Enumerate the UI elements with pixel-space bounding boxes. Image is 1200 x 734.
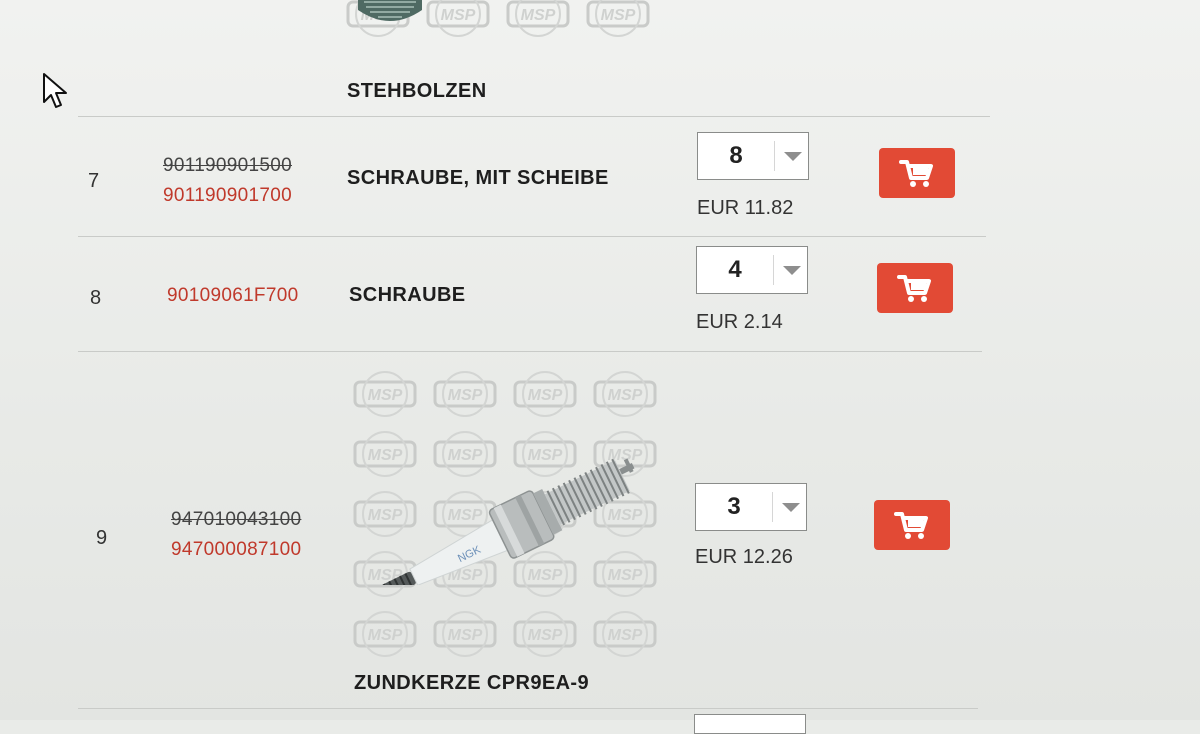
position-number: 8 [90, 287, 102, 309]
price: EUR 12.26 [695, 546, 793, 568]
old-part-number: 947010043100 [171, 509, 302, 530]
msp-watermark-icon: MSP [506, 0, 570, 37]
msp-watermark-icon: MSP [593, 371, 657, 417]
quantity-value: 3 [727, 493, 741, 520]
msp-watermark-icon: MSP [353, 371, 417, 417]
quantity-select[interactable]: 4 [696, 246, 808, 294]
part-name: SCHRAUBE, MIT SCHEIBE [347, 167, 609, 189]
row-divider [78, 116, 990, 117]
row-divider [78, 236, 986, 237]
msp-watermark-icon: MSP [586, 0, 650, 37]
quantity-value: 8 [729, 142, 743, 169]
chevron-down-icon[interactable] [783, 266, 801, 275]
select-separator [772, 492, 773, 522]
quantity-select[interactable]: 3 [695, 483, 807, 531]
price: EUR 11.82 [697, 197, 794, 219]
cart-icon [897, 275, 931, 302]
add-to-cart-button[interactable] [879, 148, 955, 198]
select-separator [773, 255, 774, 285]
quantity-select[interactable]: 8 [697, 132, 809, 180]
part-name: ZUNDKERZE CPR9EA-9 [354, 672, 590, 694]
msp-watermark-icon: MSP [433, 371, 497, 417]
part-number-link[interactable]: 90109061F700 [167, 285, 298, 307]
parts-list-page: MSP MSP MSP MSP STEHBOLZEN 7 90119090150… [0, 0, 1200, 734]
svg-text:MSP: MSP [448, 627, 483, 644]
msp-watermark-icon: MSP [433, 611, 497, 657]
quantity-select[interactable] [694, 714, 806, 734]
svg-text:MSP: MSP [441, 7, 476, 24]
spark-plug-image: NGK [381, 458, 635, 585]
svg-text:MSP: MSP [368, 387, 403, 404]
mouse-pointer-icon [43, 73, 67, 108]
cart-icon [894, 512, 928, 539]
row-divider [78, 708, 978, 709]
msp-watermark-icon: MSP [513, 611, 577, 657]
old-part-number: 901190901500 [163, 155, 292, 176]
part-number-link[interactable]: 947000087100 [171, 539, 301, 561]
svg-text:MSP: MSP [608, 627, 643, 644]
add-to-cart-button[interactable] [874, 500, 950, 550]
msp-watermark-icon: MSP [513, 371, 577, 417]
position-number: 9 [96, 527, 108, 549]
msp-watermark-icon: MSP [426, 0, 490, 37]
cart-icon [899, 160, 933, 187]
svg-text:MSP: MSP [528, 627, 563, 644]
svg-text:MSP: MSP [528, 387, 563, 404]
svg-text:MSP: MSP [601, 7, 636, 24]
svg-text:MSP: MSP [608, 387, 643, 404]
stehbolzen-image [358, 0, 422, 21]
chevron-down-icon[interactable] [782, 503, 800, 512]
part-name: SCHRAUBE [349, 284, 466, 306]
svg-text:MSP: MSP [521, 7, 556, 24]
add-to-cart-button[interactable] [877, 263, 953, 313]
row-divider [78, 351, 982, 352]
quantity-value: 4 [728, 256, 742, 283]
part-number-link[interactable]: 901190901700 [163, 185, 292, 207]
select-separator [774, 141, 775, 171]
svg-text:MSP: MSP [368, 627, 403, 644]
msp-watermark-icon: MSP [353, 611, 417, 657]
price: EUR 2.14 [696, 311, 783, 333]
msp-watermark-icon: MSP [593, 611, 657, 657]
chevron-down-icon[interactable] [784, 152, 802, 161]
part-name: STEHBOLZEN [347, 80, 487, 102]
position-number: 7 [88, 170, 100, 192]
svg-text:MSP: MSP [448, 387, 483, 404]
